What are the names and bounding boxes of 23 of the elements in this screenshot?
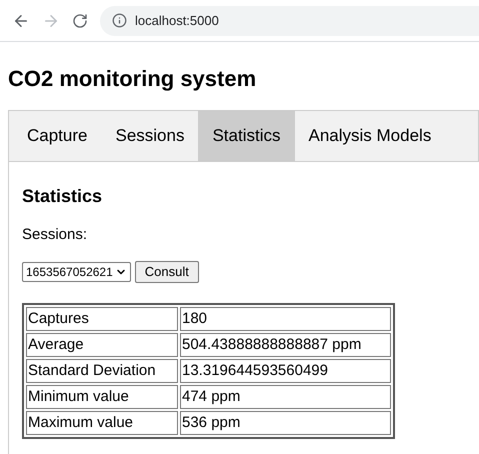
url-text: localhost:5000	[135, 12, 219, 30]
table-cell: Standard Deviation	[26, 359, 178, 383]
table-cell: Minimum value	[26, 385, 178, 409]
table-cell: Maximum value	[26, 411, 178, 435]
session-select[interactable]: 1653567052621	[22, 262, 131, 282]
info-icon[interactable]	[112, 13, 127, 28]
table-cell: 180	[180, 307, 391, 331]
tab[interactable]: Capture	[13, 111, 102, 161]
sessions-label: Sessions:	[22, 225, 88, 245]
table-cell: Average	[26, 333, 178, 357]
reload-icon[interactable]	[72, 12, 88, 28]
table-cell: 13.319644593560499	[180, 359, 391, 383]
tab[interactable]: Analysis Models	[294, 111, 446, 161]
section-heading: Statistics	[22, 185, 104, 208]
consult-button[interactable]: Consult	[134, 261, 199, 283]
table-cell: Captures	[26, 307, 178, 331]
table-cell: 504.43888888888887 ppm	[180, 333, 391, 357]
page-title: CO2 monitoring system	[8, 65, 258, 93]
table-cell: 536 ppm	[180, 411, 391, 435]
tab[interactable]: Statistics	[198, 111, 294, 161]
address-bar[interactable]: localhost:5000	[100, 6, 479, 36]
table-cell: 474 ppm	[180, 385, 391, 409]
tab[interactable]: Sessions	[101, 111, 198, 161]
